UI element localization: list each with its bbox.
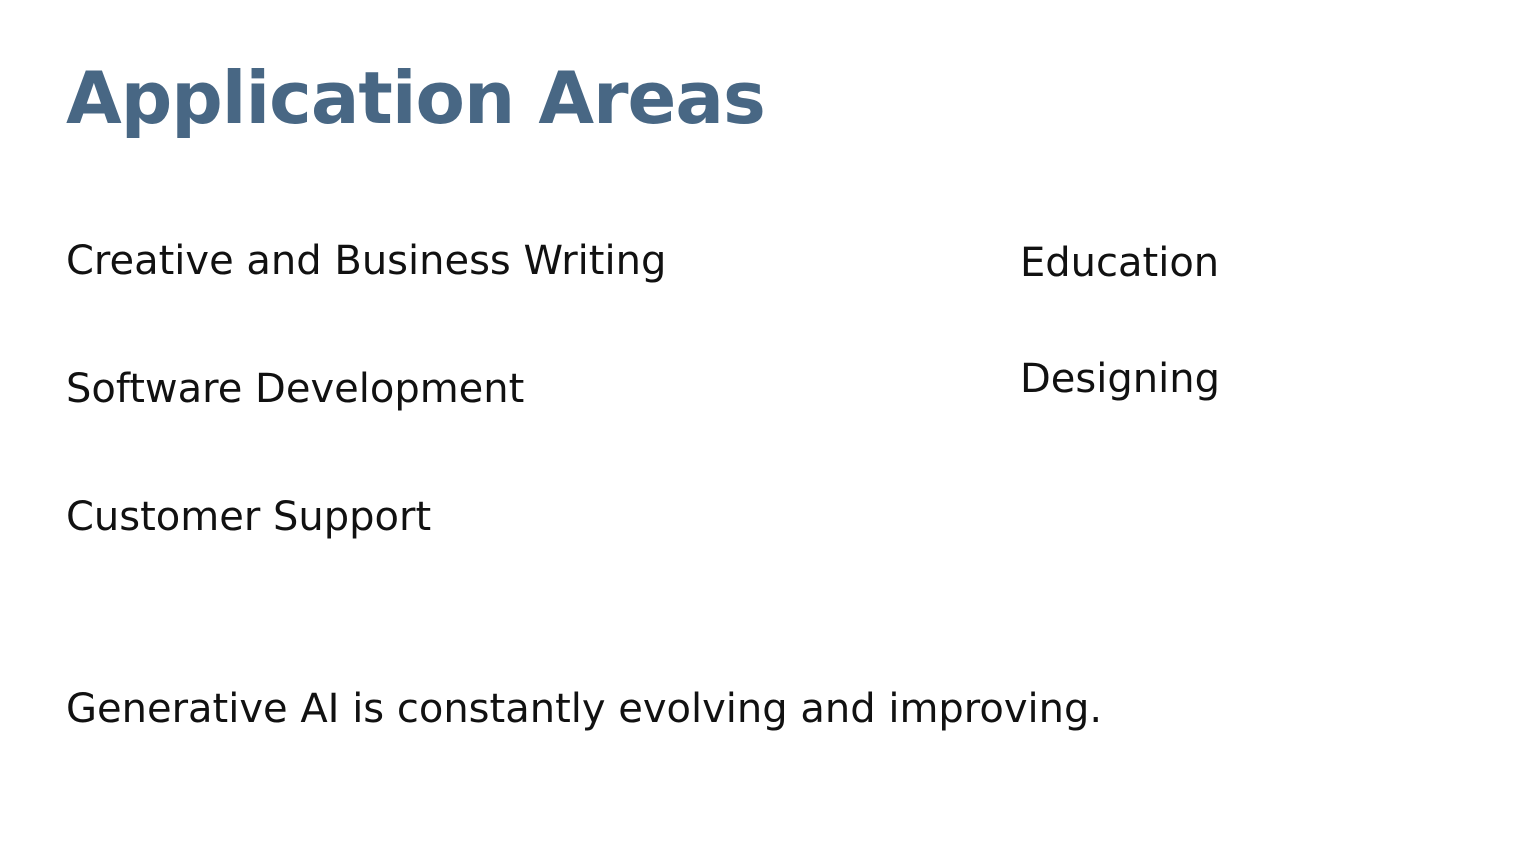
application-area-item: Customer Support xyxy=(66,494,432,540)
application-area-item: Creative and Business Writing xyxy=(66,238,667,284)
application-area-item: Designing xyxy=(1020,356,1220,402)
slide-title: Application Areas xyxy=(66,56,766,140)
application-area-item: Education xyxy=(1020,240,1220,286)
summary-statement: Generative AI is constantly evolving and… xyxy=(66,686,1103,732)
application-area-item: Software Development xyxy=(66,366,525,412)
slide: Application Areas Creative and Business … xyxy=(0,0,1536,864)
